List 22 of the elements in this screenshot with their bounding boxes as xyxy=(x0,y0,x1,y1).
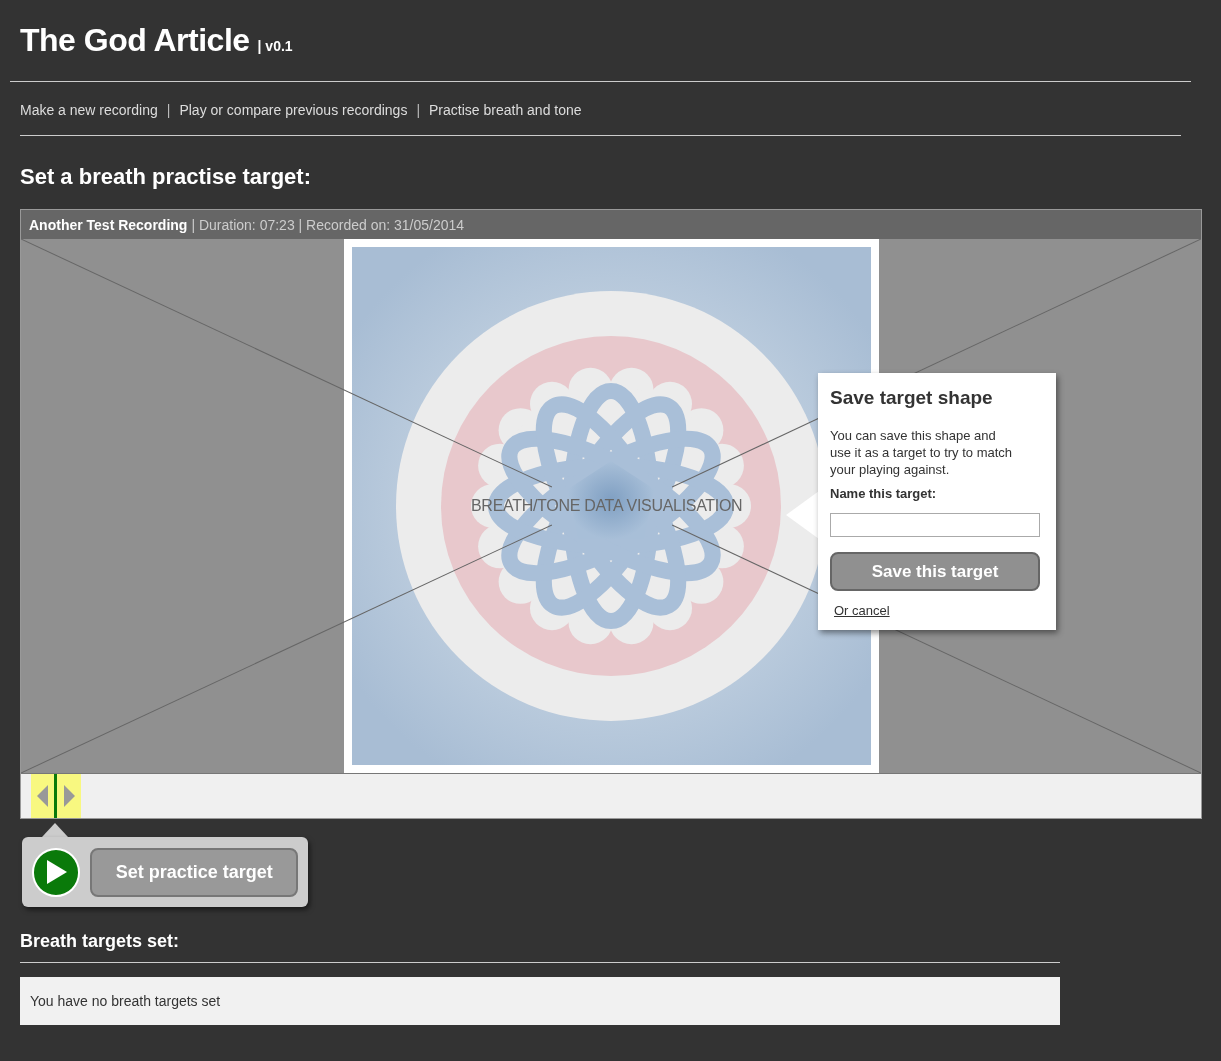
targets-heading: Breath targets set: xyxy=(20,931,1060,963)
left-arrow-icon xyxy=(37,785,49,807)
nav-separator: | xyxy=(416,102,421,118)
popover-title: Save target shape xyxy=(830,387,993,409)
field-label: Name this target: xyxy=(830,486,937,501)
timeline-handle[interactable] xyxy=(31,774,82,818)
nav-separator: | xyxy=(166,102,171,118)
nav-link[interactable]: Practise breath and tone xyxy=(429,102,582,118)
playhead-line[interactable] xyxy=(54,774,58,818)
right-arrow-icon xyxy=(64,785,76,807)
section-heading: Set a breath practise target: xyxy=(20,164,312,190)
cancel-link[interactable]: Or cancel xyxy=(834,603,890,618)
app-title: The God Article xyxy=(20,22,250,59)
recording-details: | Duration: 07:23 | Recorded on: 31/05/2014 xyxy=(191,216,465,233)
nav-link[interactable]: Make a new recording xyxy=(20,102,158,118)
recording-name: Another Test Recording xyxy=(29,216,188,233)
empty-targets-message: You have no breath targets set xyxy=(20,977,1060,1025)
popover-description: You can save this shape and use it as a target to try to match your playing against. xyxy=(830,427,1014,478)
play-icon xyxy=(45,860,68,884)
version-label: | v0.1 xyxy=(257,38,293,54)
target-name-field[interactable] xyxy=(830,513,1040,537)
nav-link[interactable]: Play or compare previous recordings xyxy=(179,102,408,118)
